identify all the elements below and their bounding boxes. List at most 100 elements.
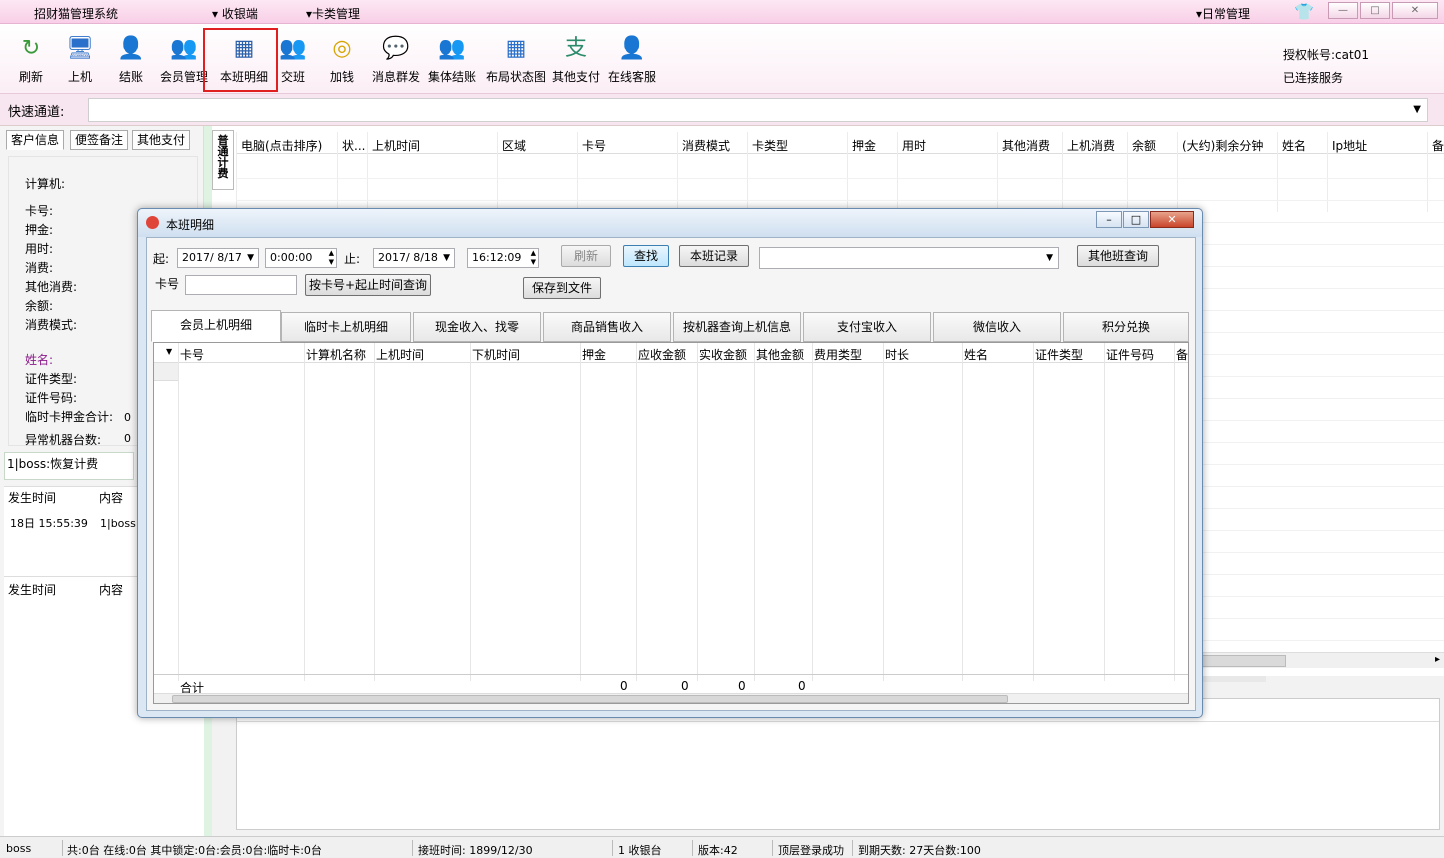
sum-received: 0 [738,679,746,693]
spin-icon[interactable]: ▲ ▼ [329,249,334,267]
main-col-header[interactable]: 余额 [1132,137,1156,154]
detail-col-header[interactable]: 证件号码 [1106,346,1154,363]
menu-card[interactable]: ▾卡类管理 [306,5,360,22]
dialog-tab-7[interactable]: 积分兑换 [1063,312,1189,342]
tab-notes[interactable]: 便签备注 [70,130,129,150]
tab-normal-billing-label: 普通计费 [217,134,229,180]
detail-col-header[interactable]: 押金 [582,346,606,363]
toolbar-button-2[interactable]: 👤 结账 [112,30,150,90]
toolbar-button-6[interactable]: ◎ 加钱 [326,30,358,90]
shift-select[interactable]: ▼ [759,247,1059,269]
toolbar-button-1[interactable]: 🖥 上机 [60,30,100,90]
main-col-header[interactable]: 用时 [902,137,926,154]
main-col-header[interactable]: 备 [1432,137,1444,154]
main-col-header[interactable]: Ip地址 [1332,137,1367,154]
app-title: 招财猫管理系统 [34,7,119,21]
main-col-header[interactable]: 押金 [852,137,876,154]
quick-channel-input[interactable]: ▼ [88,98,1428,122]
tab-customer-info[interactable]: 客户信息 [6,130,65,150]
dialog-close-button[interactable]: ✕ [1150,211,1194,228]
main-col-header[interactable]: 姓名 [1282,137,1306,154]
scroll-thumb[interactable] [1196,655,1286,667]
toolbar-button-5[interactable]: 👥 交班 [276,30,310,90]
scroll-thumb[interactable] [172,695,1008,703]
detail-col-header[interactable]: 费用类型 [814,346,862,363]
detail-col-header[interactable]: 计算机名称 [306,346,366,363]
detail-col-header[interactable]: 上机时间 [376,346,424,363]
from-date-picker[interactable]: 2017/ 8/17 ▼ [177,248,259,268]
message-icon: 💬 [382,36,410,61]
detail-col-header[interactable]: 实收金额 [699,346,747,363]
chevron-right-icon[interactable]: ▸ [1435,654,1440,665]
main-col-header[interactable]: 卡类型 [752,137,788,154]
from-time-input[interactable]: 0:00:00 ▲ ▼ [265,248,337,268]
toolbar-button-label: 上机 [67,70,92,84]
detail-col-header[interactable]: 下机时间 [472,346,520,363]
toolbar-button-7[interactable]: 💬 消息群发 [372,30,420,90]
main-col-header[interactable]: 消费模式 [682,137,730,154]
status-handover-time: 接班时间: 1899/12/30 [418,844,533,857]
refresh-icon: ↻ [21,36,41,61]
detail-col-header[interactable]: 时长 [885,346,909,363]
save-to-file-button[interactable]: 保存到文件 [523,277,601,299]
dialog-tab-5[interactable]: 支付宝收入 [803,312,931,342]
detail-horizontal-scrollbar[interactable] [154,693,1188,703]
detail-col-header[interactable]: 应收金额 [638,346,686,363]
sum-receivable: 0 [681,679,689,693]
menu-daily[interactable]: ▾日常管理 [1196,5,1250,22]
computer-label: 计算机: [25,177,66,191]
shift-record-button[interactable]: 本班记录 [679,245,749,267]
layout-icon: ▦ [505,36,527,61]
refresh-button[interactable]: 刷新 [561,245,611,267]
dialog-tab-6[interactable]: 微信收入 [933,312,1061,342]
field-name: 姓名: [25,353,54,367]
main-col-header[interactable]: (大约)剩余分钟 [1182,137,1263,154]
dialog-tab-3[interactable]: 商品销售收入 [543,312,671,342]
search-button[interactable]: 查找 [623,245,669,267]
detail-col-header[interactable]: 备 [1176,346,1188,363]
dialog-maximize-button[interactable]: □ [1123,211,1149,228]
toolbar-button-11[interactable]: 👤 在线客服 [608,30,656,90]
query-card-button[interactable]: 按卡号+起止时间查询 [305,274,431,296]
to-date-picker[interactable]: 2017/ 8/18 ▼ [373,248,455,268]
auth-account: 授权帐号:cat01 [1283,48,1369,62]
main-col-header[interactable]: 电脑(点击排序) [241,137,322,154]
main-col-header[interactable]: 区域 [502,137,526,154]
card-input[interactable] [185,275,297,295]
dialog-tab-4[interactable]: 按机器查询上机信息 [673,312,801,342]
row-selector-icon: ▼ [166,347,173,356]
skin-icon[interactable]: 👕 [1294,2,1314,21]
sum-deposit: 0 [620,679,628,693]
spin-icon[interactable]: ▲ ▼ [531,249,536,267]
chevron-down-icon[interactable]: ▼ [1413,104,1421,115]
toolbar-button-8[interactable]: 👥 集体结账 [428,30,476,90]
toolbar-button-9[interactable]: ▦ 布局状态图 [484,30,548,90]
computer-add-icon: 🖥 [66,36,94,61]
dialog-tab-2[interactable]: 现金收入、找零 [413,312,541,342]
to-time-input[interactable]: 16:12:09 ▲ ▼ [467,248,539,268]
main-col-header[interactable]: 上机时间 [372,137,420,154]
main-col-header[interactable]: 状... [342,137,365,154]
dialog-tab-1[interactable]: 临时卡上机明细 [281,312,411,342]
detail-col-header[interactable]: 其他金额 [756,346,804,363]
detail-col-header[interactable]: 证件类型 [1035,346,1083,363]
detail-col-header[interactable]: 姓名 [964,346,988,363]
maximize-button[interactable]: □ [1360,2,1390,19]
detail-col-header[interactable]: 卡号 [180,346,204,363]
tab-normal-billing[interactable]: 普通计费 [212,130,234,190]
main-col-header[interactable]: 卡号 [582,137,606,154]
toolbar-button-10[interactable]: 支其他支付 [552,30,600,90]
main-col-header[interactable]: 上机消费 [1067,137,1115,154]
add-money-icon: ◎ [332,36,352,61]
toolbar-button-3[interactable]: 👥 会员管理 [160,30,208,90]
menu-cashier[interactable]: ▾ 收银端 [212,5,258,22]
close-button[interactable]: ✕ [1392,2,1438,19]
main-col-header[interactable]: 其他消费 [1002,137,1050,154]
dialog-tab-0[interactable]: 会员上机明细 [151,310,281,342]
toolbar-button-0[interactable]: ↻ 刷新 [12,30,50,90]
dialog-minimize-button[interactable]: – [1096,211,1122,228]
tab-other-pay[interactable]: 其他支付 [132,130,191,150]
app-icon [146,216,159,229]
other-shift-button[interactable]: 其他班查询 [1077,245,1159,267]
minimize-button[interactable]: — [1328,2,1358,19]
